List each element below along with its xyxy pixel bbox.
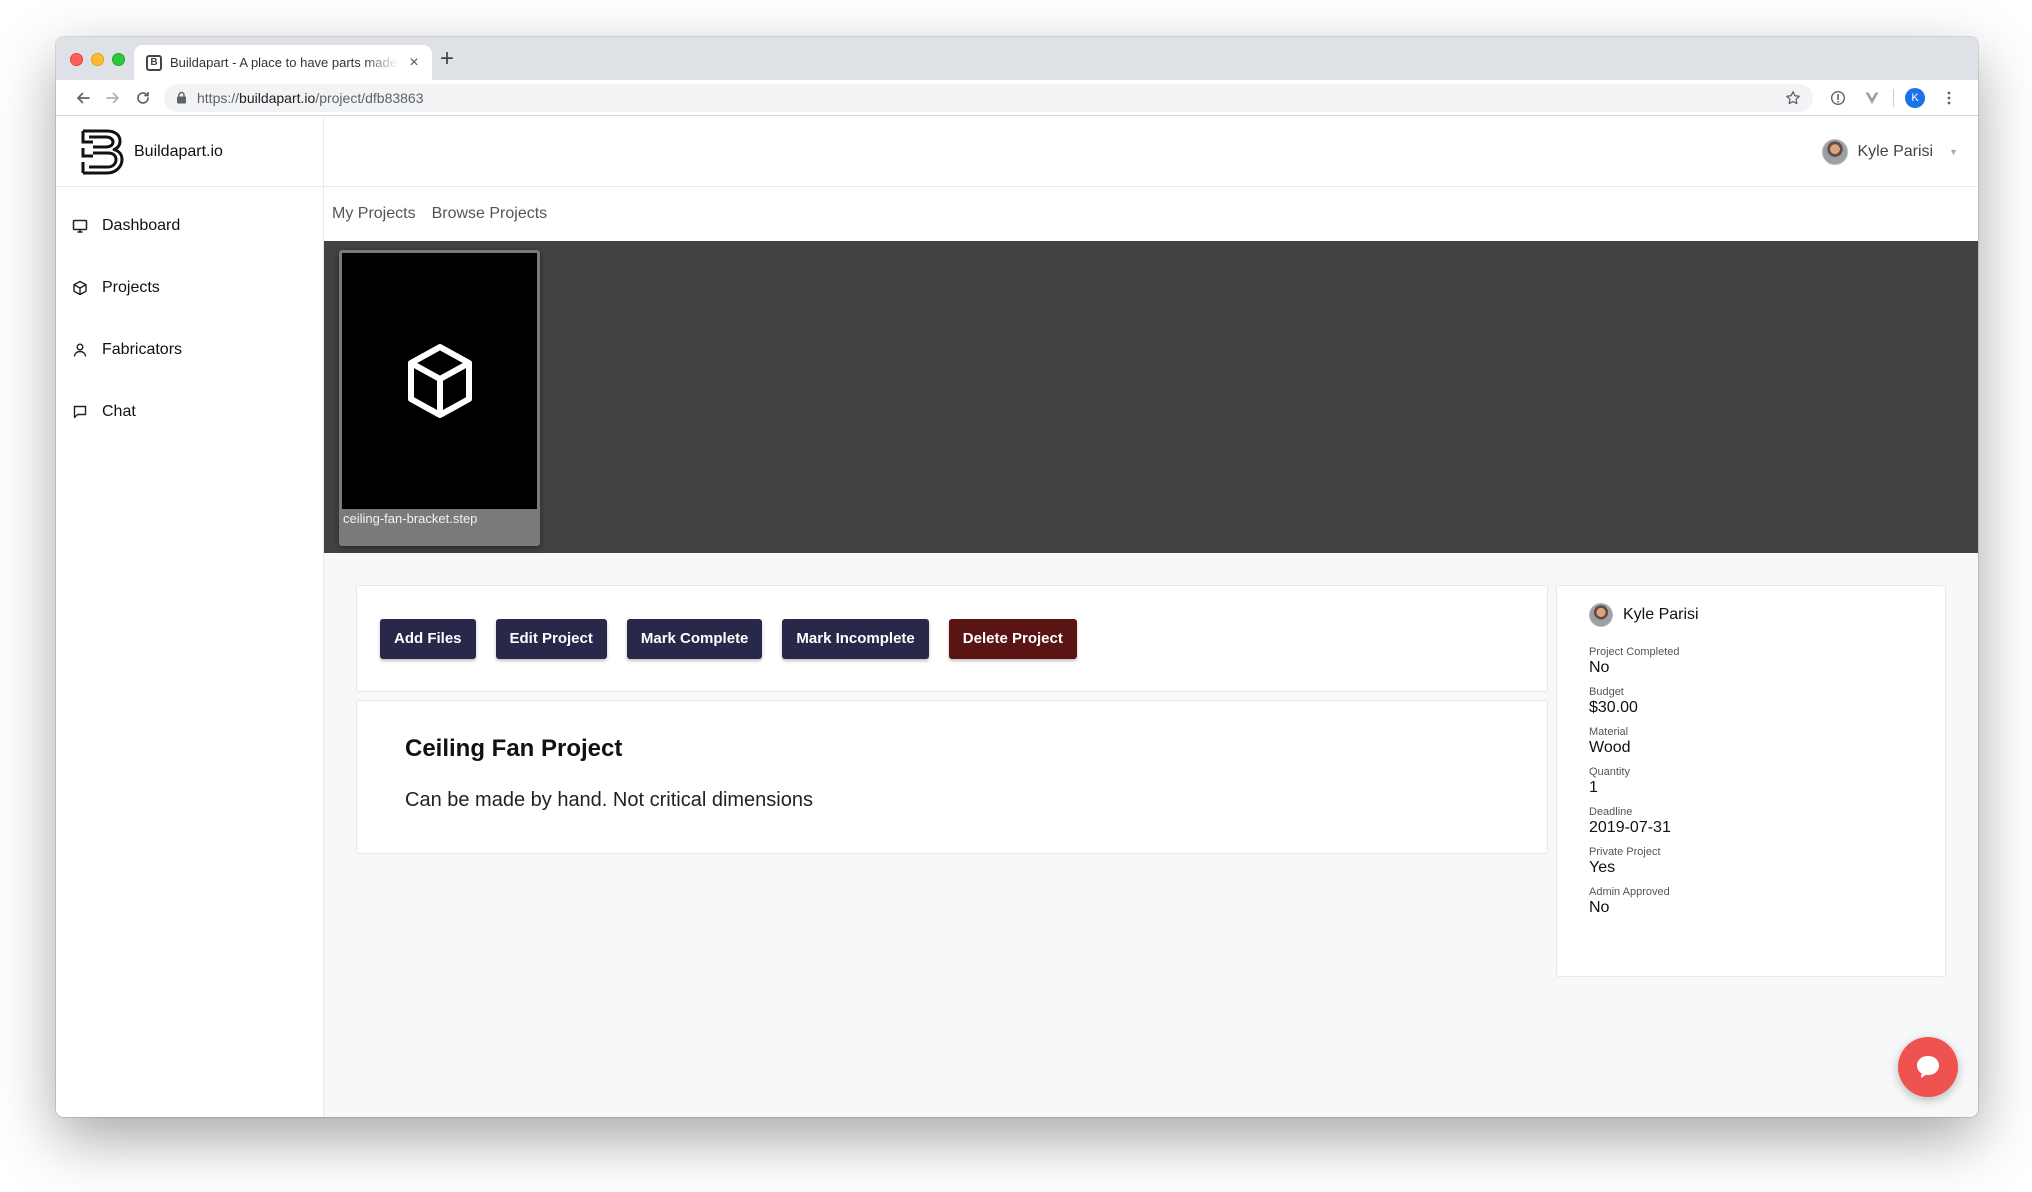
browser-tab[interactable]: B Buildapart - A place to have parts mad… (134, 45, 432, 80)
url-host: buildapart.io (239, 89, 316, 106)
browse-projects-link[interactable]: Browse Projects (432, 205, 548, 223)
monitor-icon (72, 219, 88, 233)
field-label: Admin Approved (1589, 886, 1670, 898)
sidebar-item-chat[interactable]: Chat (56, 381, 323, 443)
delete-project-button[interactable]: Delete Project (948, 618, 1077, 659)
project-owner[interactable]: Kyle Parisi (1589, 603, 1945, 627)
sidebar-nav: Dashboard Projects Fabricators Chat (56, 187, 323, 443)
field-value: $30.00 (1589, 699, 1638, 716)
field-deadline: Deadline 2019-07-31 (1589, 806, 1945, 837)
brand[interactable]: Buildapart.io (56, 117, 323, 187)
address-bar[interactable]: https://buildapart.io/project/dfb83863 (164, 83, 1813, 112)
reload-icon (137, 91, 149, 104)
sidebar-item-label: Dashboard (102, 217, 181, 234)
field-project-completed: Project Completed No (1589, 646, 1945, 677)
field-value: No (1589, 899, 1610, 916)
message-icon (73, 405, 87, 419)
edit-project-button[interactable]: Edit Project (495, 618, 607, 659)
field-value: No (1589, 659, 1610, 676)
project-content: Add Files Edit Project Mark Complete Mar… (324, 553, 1978, 1117)
field-label: Material (1589, 726, 1629, 738)
reload-button[interactable] (128, 84, 158, 112)
brand-name: Buildapart.io (134, 142, 223, 160)
url-path: /project/dfb83863 (315, 89, 424, 106)
project-title: Ceiling Fan Project (405, 735, 623, 762)
sidebar-item-label: Chat (102, 403, 136, 420)
maximize-window-button[interactable] (112, 53, 125, 66)
sidebar-item-dashboard[interactable]: Dashboard (56, 195, 323, 257)
user-icon (73, 343, 87, 357)
tab-close-icon[interactable]: × (406, 54, 422, 72)
field-value: Wood (1589, 739, 1631, 756)
favicon-icon: B (146, 54, 162, 71)
field-private-project: Private Project Yes (1589, 846, 1945, 877)
file-name: ceiling-fan-bracket.step (343, 511, 478, 526)
extension-vue-icon[interactable] (1855, 90, 1889, 106)
toolbar-divider (1893, 88, 1894, 107)
sidebar-item-fabricators[interactable]: Fabricators (56, 319, 323, 381)
field-label: Deadline (1589, 806, 1633, 818)
window-controls (70, 53, 125, 66)
chat-launcher-button[interactable] (1898, 1037, 1958, 1097)
project-details: Ceiling Fan Project Can be made by hand.… (356, 700, 1548, 854)
file-thumbnail (342, 253, 537, 509)
project-actions: Add Files Edit Project Mark Complete Mar… (356, 585, 1548, 692)
project-description: Can be made by hand. Not critical dimens… (405, 789, 813, 811)
bookmark-star-icon[interactable] (1785, 90, 1801, 106)
add-files-button[interactable]: Add Files (380, 618, 476, 659)
forward-button[interactable] (98, 84, 128, 112)
lock-icon (176, 91, 187, 104)
cube-icon (407, 344, 472, 418)
file-card[interactable]: ceiling-fan-bracket.step (339, 250, 540, 546)
sidebar-item-label: Fabricators (102, 341, 183, 358)
profile-avatar: K (1905, 87, 1925, 108)
url-scheme: https:// (197, 89, 240, 106)
field-label: Private Project (1589, 846, 1661, 858)
arrow-left-icon (77, 92, 90, 103)
field-label: Budget (1589, 686, 1624, 698)
field-quantity: Quantity 1 (1589, 766, 1945, 797)
top-bar: Kyle Parisi ▼ (324, 117, 1978, 187)
logo-icon (80, 129, 124, 175)
sidebar-item-label: Projects (102, 279, 160, 296)
browser-toolbar: https://buildapart.io/project/dfb83863 K (56, 80, 1978, 116)
avatar (1821, 138, 1848, 165)
avatar (1589, 603, 1613, 627)
field-value: 2019-07-31 (1589, 819, 1671, 836)
arrow-right-icon (106, 92, 119, 103)
field-value: 1 (1589, 779, 1598, 796)
chevron-down-icon: ▼ (1949, 146, 1958, 157)
field-budget: Budget $30.00 (1589, 686, 1945, 717)
field-label: Project Completed (1589, 646, 1680, 658)
app-root: Buildapart.io Dashboard Projects Fabrica… (56, 117, 1978, 1117)
close-window-button[interactable] (70, 53, 83, 66)
project-subnav: My Projects Browse Projects (324, 187, 1978, 241)
my-projects-link[interactable]: My Projects (332, 205, 416, 223)
browser-window: B Buildapart - A place to have parts mad… (56, 37, 1978, 1117)
chat-bubble-icon (1917, 1056, 1939, 1078)
sidebar-item-projects[interactable]: Projects (56, 257, 323, 319)
user-name: Kyle Parisi (1857, 142, 1934, 160)
extension-info-icon[interactable] (1821, 90, 1855, 106)
browser-menu-icon[interactable] (1932, 90, 1966, 106)
sidebar: Buildapart.io Dashboard Projects Fabrica… (56, 117, 324, 1117)
user-menu[interactable]: Kyle Parisi ▼ (1821, 138, 1958, 165)
minimize-window-button[interactable] (91, 53, 104, 66)
owner-name: Kyle Parisi (1623, 606, 1699, 623)
field-admin-approved: Admin Approved No (1589, 886, 1945, 917)
tab-title: Buildapart - A place to have parts made (170, 55, 397, 70)
project-info-panel: Kyle Parisi Project Completed No Budget … (1556, 585, 1946, 977)
field-value: Yes (1589, 859, 1616, 876)
main-area: Kyle Parisi ▼ My Projects Browse Project… (324, 117, 1978, 1117)
back-button[interactable] (68, 84, 98, 112)
new-tab-button[interactable]: + (440, 47, 454, 71)
profile-button[interactable]: K (1898, 87, 1932, 108)
tab-strip: B Buildapart - A place to have parts mad… (56, 37, 1978, 80)
field-label: Quantity (1589, 766, 1630, 778)
mark-complete-button[interactable]: Mark Complete (626, 618, 763, 659)
mark-incomplete-button[interactable]: Mark Incomplete (782, 618, 929, 659)
file-viewer: ceiling-fan-bracket.step (324, 241, 1978, 553)
field-material: Material Wood (1589, 726, 1945, 757)
cube-icon (73, 280, 87, 296)
